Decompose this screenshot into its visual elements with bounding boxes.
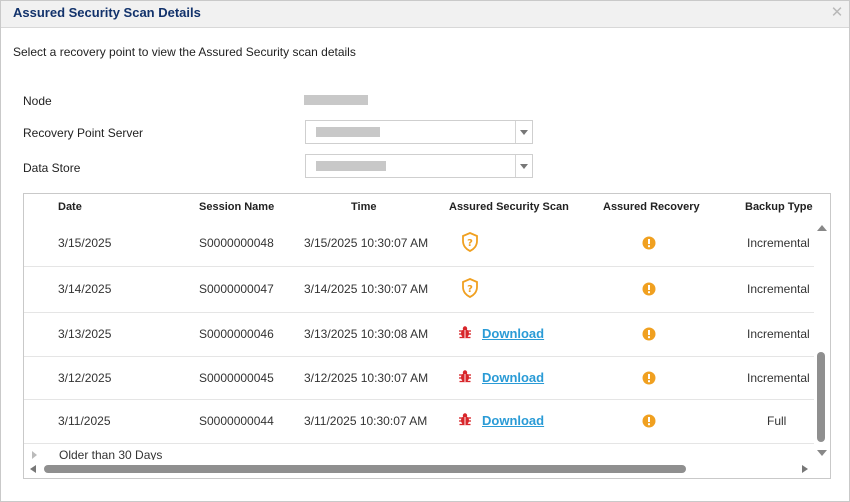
node-label: Node (23, 94, 52, 108)
cell-time: 3/13/2025 10:30:08 AM (304, 327, 429, 341)
close-icon[interactable]: ✕ (829, 4, 845, 20)
node-value-redacted (304, 95, 368, 105)
cell-session: S0000000048 (199, 236, 274, 250)
horizontal-scrollbar[interactable] (24, 460, 814, 478)
table-row[interactable]: 3/15/2025 S0000000048 3/15/2025 10:30:07… (24, 222, 814, 267)
assured-security-scan-dialog: Assured Security Scan Details ✕ Select a… (0, 0, 850, 502)
recovery-points-grid: Date Session Name Time Assured Security … (23, 193, 831, 479)
shield-question-icon[interactable]: ? (461, 278, 479, 298)
dialog-titlebar: Assured Security Scan Details ✕ (1, 1, 849, 28)
scroll-left-icon[interactable] (30, 465, 36, 473)
bug-icon (459, 370, 471, 383)
table-row[interactable]: 3/14/2025 S0000000047 3/14/2025 10:30:07… (24, 266, 814, 313)
download-link[interactable]: Download (482, 326, 544, 341)
column-header-date[interactable]: Date (58, 201, 82, 213)
download-link[interactable]: Download (482, 370, 544, 385)
dialog-title: Assured Security Scan Details (13, 5, 201, 20)
cell-backup-type: Incremental (747, 327, 810, 341)
table-row[interactable]: 3/13/2025 S0000000046 3/13/2025 10:30:08… (24, 312, 814, 357)
cell-date: 3/15/2025 (58, 236, 112, 250)
cell-backup-type: Incremental (747, 282, 810, 296)
table-row[interactable]: 3/11/2025 S0000000044 3/11/2025 10:30:07… (24, 399, 814, 444)
warning-icon (642, 414, 656, 428)
cell-date: 3/14/2025 (58, 282, 112, 296)
cell-backup-type: Incremental (747, 236, 810, 250)
column-header-backup-type[interactable]: Backup Type (745, 201, 813, 213)
cell-date: 3/13/2025 (58, 327, 112, 341)
bug-icon (459, 326, 471, 339)
table-row[interactable]: 3/12/2025 S0000000045 3/12/2025 10:30:07… (24, 356, 814, 400)
warning-icon (642, 371, 656, 385)
cell-time: 3/11/2025 10:30:07 AM (304, 414, 428, 428)
datastore-select[interactable] (305, 154, 533, 178)
cell-time: 3/12/2025 10:30:07 AM (304, 371, 429, 385)
warning-icon (642, 282, 656, 296)
vertical-scroll-thumb[interactable] (817, 352, 825, 442)
chevron-down-icon[interactable] (515, 121, 532, 143)
column-header-recovery[interactable]: Assured Recovery (603, 201, 700, 213)
column-header-session[interactable]: Session Name (199, 201, 274, 213)
download-link[interactable]: Download (482, 413, 544, 428)
rps-label: Recovery Point Server (23, 126, 144, 140)
svg-text:?: ? (467, 284, 473, 295)
cell-time: 3/15/2025 10:30:07 AM (304, 236, 429, 250)
horizontal-scroll-thumb[interactable] (44, 465, 686, 473)
cell-date: 3/12/2025 (58, 371, 112, 385)
cell-backup-type: Incremental (747, 371, 810, 385)
column-header-time[interactable]: Time (351, 201, 376, 213)
cell-backup-type: Full (767, 414, 787, 428)
cell-session: S0000000046 (199, 327, 274, 341)
scroll-down-icon[interactable] (817, 450, 827, 456)
cell-session: S0000000045 (199, 371, 274, 385)
cell-session: S0000000047 (199, 282, 274, 296)
svg-text:?: ? (467, 238, 473, 249)
cell-time: 3/14/2025 10:30:07 AM (304, 282, 429, 296)
scroll-up-icon[interactable] (817, 225, 827, 231)
column-header-scan[interactable]: Assured Security Scan (449, 201, 569, 213)
bug-icon (459, 413, 471, 426)
scroll-right-icon[interactable] (802, 465, 808, 473)
datastore-label: Data Store (23, 161, 81, 175)
rps-select[interactable] (305, 120, 533, 144)
cell-session: S0000000044 (199, 414, 274, 428)
chevron-down-icon[interactable] (515, 155, 532, 177)
rps-value-redacted (316, 127, 380, 137)
warning-icon (642, 327, 656, 341)
expand-triangle-icon[interactable] (32, 451, 37, 459)
vertical-scrollbar[interactable] (814, 222, 830, 460)
warning-icon (642, 236, 656, 250)
datastore-value-redacted (316, 161, 386, 171)
shield-question-icon[interactable]: ? (461, 232, 479, 252)
cell-date: 3/11/2025 (58, 414, 111, 428)
instruction-text: Select a recovery point to view the Assu… (13, 45, 356, 59)
